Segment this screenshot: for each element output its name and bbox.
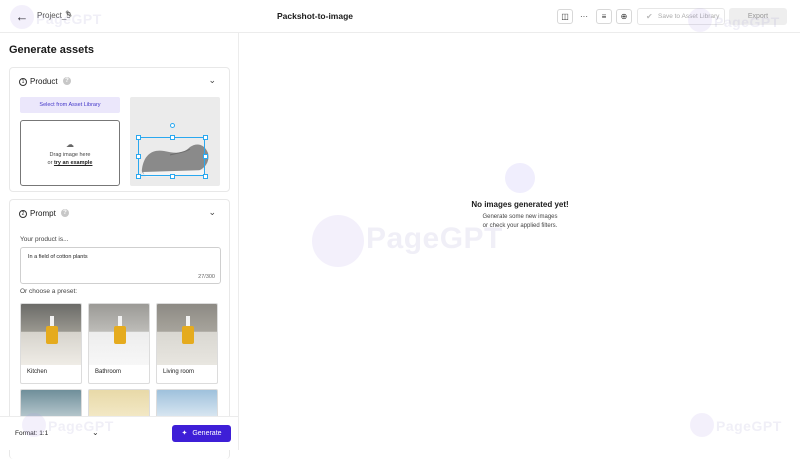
watermark-text: PageGPT [366,222,503,255]
product-title: Product [30,77,58,86]
try-example-link[interactable]: try an example [54,160,93,166]
preset-bathroom[interactable]: Bathroom [88,303,150,384]
dropper-shape [50,316,54,326]
step-number: 1 [19,78,27,86]
top-bar: ← Project_5 ✎ Packshot-to-image ◫ ··· ≡ … [0,0,800,33]
save-to-asset-library-button[interactable]: ✔ Save to Asset Library [637,8,725,25]
generate-assets-panel: Generate assets 1 Product ? ⌄ Select fro… [0,33,239,459]
prompt-value: In a field of cotton plants [28,254,88,260]
empty-state-line1: Generate some new images [482,214,558,220]
resize-handle[interactable] [170,174,175,179]
drop-or-text: or [47,160,53,166]
empty-state-illustration [505,163,535,193]
resize-handle[interactable] [203,174,208,179]
product-card-header[interactable]: 1 Product ? ⌄ [10,68,229,94]
preset-kitchen[interactable]: Kitchen [20,303,82,384]
watermark-logo [22,413,46,437]
resize-handle[interactable] [136,135,141,140]
drop-alt-line: or try an example [21,160,119,166]
watermark-text: PageGPT [716,418,782,434]
resize-handle[interactable] [170,135,175,140]
chevron-down-icon[interactable]: ⌄ [208,207,216,218]
watermark-text: PageGPT [714,14,780,30]
drop-instruction: Drag image here [49,152,91,158]
prompt-field-label: Your product is... [20,236,69,243]
split-view-icon[interactable]: ◫ [557,9,573,24]
product-preview[interactable] [130,97,220,186]
resize-handle[interactable] [136,174,141,179]
preset-name: Bathroom [95,369,122,375]
bottle-shape [182,326,194,344]
preset-image [89,304,149,365]
chevron-down-icon[interactable]: ⌄ [208,75,216,86]
cloud-upload-icon: ☁ [66,140,74,149]
dropper-shape [186,316,190,326]
generate-label: Generate [192,430,222,437]
bottle-shape [46,326,58,344]
select-from-asset-library-button[interactable]: Select from Asset Library [20,97,120,113]
watermark-logo [688,8,712,32]
watermark-text: PageGPT [36,11,102,27]
sparkle-icon: ✦ [181,430,188,437]
step-number: 2 [19,210,27,218]
product-card: 1 Product ? ⌄ Select from Asset Library … [9,67,230,192]
prompt-title: Prompt [30,209,56,218]
selection-box[interactable] [138,137,205,176]
preset-partial[interactable] [88,389,150,419]
generate-button[interactable]: ✦ Generate [172,425,231,442]
resize-handle[interactable] [136,154,141,159]
check-circle-icon: ✔ [646,12,653,21]
bottle-shape [114,326,126,344]
sliders-icon[interactable]: ≡ [596,9,612,24]
help-icon[interactable]: ? [61,209,69,217]
dropper-shape [118,316,122,326]
prompt-textarea[interactable]: In a field of cotton plants 27/300 [20,247,221,284]
resize-handle[interactable] [203,154,208,159]
preset-living-room[interactable]: Living room [156,303,218,384]
more-icon[interactable]: ··· [576,9,592,24]
panel-title: Generate assets [9,44,94,56]
preset-image [21,304,81,365]
preset-name: Kitchen [27,369,48,375]
image-drop-zone[interactable]: ☁ Drag image here or try an example [20,120,120,186]
char-count: 27/300 [198,274,215,280]
crosshair-icon[interactable]: ⊕ [616,9,632,24]
preset-image [157,304,217,365]
help-icon[interactable]: ? [63,77,71,85]
preset-name: Living room [163,369,195,375]
preset-partial[interactable] [156,389,218,419]
rotate-handle[interactable] [170,123,175,128]
preset-label: Or choose a preset: [20,288,78,295]
watermark-logo [10,5,34,29]
watermark-logo [312,215,364,267]
watermark-text: PageGPT [48,418,114,434]
empty-state-title: No images generated yet! [471,200,569,209]
prompt-card-header[interactable]: 2 Prompt ? ⌄ [10,200,229,226]
resize-handle[interactable] [203,135,208,140]
watermark-logo [690,413,714,437]
